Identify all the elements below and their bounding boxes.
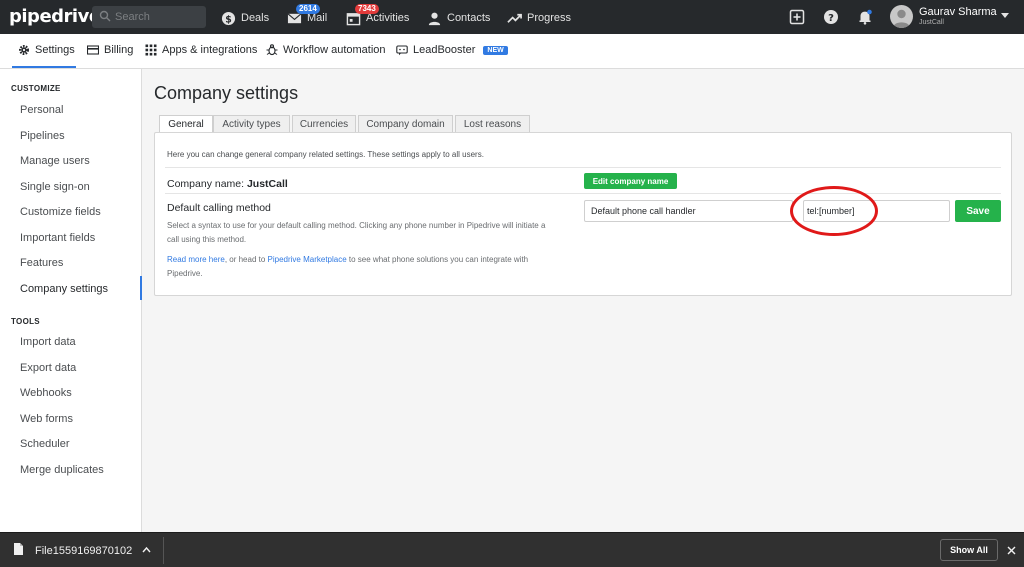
sidebar-item-import-data[interactable]: Import data: [20, 336, 76, 348]
general-settings-panel: Here you can change general company rela…: [154, 132, 1012, 296]
gear-icon: [19, 45, 29, 55]
pipedrive-marketplace-link[interactable]: Pipedrive Marketplace: [268, 255, 347, 264]
user-name[interactable]: Gaurav Sharma: [919, 6, 997, 18]
company-name-label: Company name:: [167, 178, 245, 190]
nav-deals-label: Deals: [241, 12, 270, 24]
subnav-leadbooster-label: LeadBooster: [413, 44, 476, 56]
search-placeholder: Search: [115, 11, 150, 23]
save-button[interactable]: Save: [955, 200, 1001, 222]
nav-contacts[interactable]: Contacts: [427, 10, 490, 26]
sidebar-item-export-data[interactable]: Export data: [20, 362, 76, 374]
new-badge: NEW: [483, 45, 508, 55]
tab-general[interactable]: General: [159, 115, 213, 133]
calling-syntax-input[interactable]: tel:[number]: [803, 200, 950, 222]
settings-subnav: Settings Billing Apps & integrations Wor…: [0, 34, 1024, 69]
nav-progress[interactable]: Progress: [507, 10, 571, 26]
sidebar-item-webhooks[interactable]: Webhooks: [20, 387, 72, 399]
chat-icon: [396, 45, 408, 56]
grid-icon: [145, 44, 157, 56]
user-avatar[interactable]: [890, 5, 913, 28]
sidebar-item-merge-duplicates[interactable]: Merge duplicates: [20, 464, 104, 476]
nav-deals[interactable]: $ Deals: [221, 10, 269, 26]
sidebar-item-single-sign-on[interactable]: Single sign-on: [20, 181, 90, 193]
svg-text:$: $: [225, 14, 232, 25]
sidebar-item-personal[interactable]: Personal: [20, 104, 63, 116]
more-text-1: , or head to: [224, 255, 268, 264]
card-icon: [87, 45, 99, 55]
download-file-name[interactable]: File1559169870102: [35, 545, 132, 557]
default-calling-method-label: Default calling method: [167, 202, 271, 214]
subnav-apps-integrations[interactable]: Apps & integrations: [145, 44, 257, 56]
tab-company-domain[interactable]: Company domain: [358, 115, 453, 133]
subnav-leadbooster[interactable]: LeadBooster NEW: [396, 44, 508, 56]
file-icon: [14, 543, 23, 555]
divider: [165, 167, 1001, 168]
person-icon: [428, 12, 441, 25]
show-all-button[interactable]: Show All: [940, 539, 998, 561]
global-search-input[interactable]: Search: [92, 6, 206, 28]
page-title: Company settings: [154, 83, 299, 103]
mail-unread-badge: 2614: [296, 3, 320, 14]
sidebar-item-pipelines[interactable]: Pipelines: [20, 130, 65, 142]
downloads-bar: File1559169870102 Show All: [0, 532, 1024, 567]
search-icon: [99, 10, 111, 22]
intro-text: Here you can change general company rela…: [167, 150, 484, 159]
tab-lost-reasons[interactable]: Lost reasons: [455, 115, 530, 133]
close-icon[interactable]: [1007, 546, 1016, 555]
settings-sidebar: CUSTOMIZE Personal Pipelines Manage user…: [0, 69, 142, 532]
phone-call-handler-select[interactable]: Default phone call handler: [584, 200, 793, 222]
automation-bug-icon: [266, 44, 278, 56]
sidebar-item-manage-users[interactable]: Manage users: [20, 155, 90, 167]
chevron-up-icon[interactable]: [142, 546, 151, 553]
tab-currencies[interactable]: Currencies: [292, 115, 356, 133]
subnav-workflow-label: Workflow automation: [283, 44, 386, 56]
nav-progress-label: Progress: [527, 12, 572, 24]
sidebar-item-important-fields[interactable]: Important fields: [20, 232, 95, 244]
company-name-value: JustCall: [246, 178, 288, 190]
nav-mail[interactable]: 2614 Mail: [287, 3, 328, 26]
sidebar-item-web-forms[interactable]: Web forms: [20, 413, 73, 425]
sidebar-item-features[interactable]: Features: [20, 257, 63, 269]
sidebar-item-company-settings[interactable]: Company settings: [20, 283, 108, 295]
quick-add-icon[interactable]: [789, 9, 805, 25]
avatar-person-icon: [893, 9, 910, 28]
user-company: JustCall: [919, 19, 944, 26]
subnav-billing[interactable]: Billing: [87, 44, 133, 56]
calling-more-info: Read more here, or head to Pipedrive Mar…: [167, 253, 547, 280]
nav-activities[interactable]: 7343 Activities: [346, 3, 410, 26]
subnav-apps-label: Apps & integrations: [162, 44, 258, 56]
nav-contacts-label: Contacts: [447, 12, 491, 24]
default-calling-method-description: Select a syntax to use for your default …: [167, 221, 546, 244]
dollar-icon: $: [221, 11, 236, 25]
sidebar-item-customize-fields[interactable]: Customize fields: [20, 206, 101, 218]
customize-heading: CUSTOMIZE: [11, 84, 61, 93]
tab-activity-types[interactable]: Activity types: [213, 115, 290, 133]
subnav-settings-label: Settings: [35, 44, 75, 56]
nav-mail-label: Mail: [307, 12, 328, 24]
tools-heading: TOOLS: [11, 317, 40, 326]
read-more-link[interactable]: Read more here: [167, 255, 225, 264]
nav-activities-label: Activities: [366, 12, 410, 24]
subnav-settings[interactable]: Settings: [18, 44, 75, 56]
top-navigation-bar: pipedrive Search $ Deals 2614 Mail 7343 …: [0, 0, 1024, 34]
help-icon[interactable]: ?: [823, 9, 839, 25]
pipedrive-logo[interactable]: pipedrive: [9, 6, 101, 27]
edit-company-name-button[interactable]: Edit company name: [584, 173, 677, 189]
trend-icon: [507, 13, 522, 23]
separator: [163, 537, 164, 564]
divider: [165, 193, 1001, 194]
svg-text:?: ?: [828, 13, 834, 24]
sidebar-active-indicator: [140, 276, 142, 300]
subnav-workflow-automation[interactable]: Workflow automation: [266, 44, 386, 56]
sidebar-item-scheduler[interactable]: Scheduler: [20, 438, 70, 450]
notifications-bell-icon[interactable]: [857, 9, 873, 25]
company-name-row: Company name: JustCall: [167, 178, 288, 190]
subnav-billing-label: Billing: [104, 44, 134, 56]
chevron-down-icon[interactable]: [1001, 13, 1009, 19]
activities-badge: 7343: [355, 3, 379, 14]
active-tab-indicator: [12, 66, 76, 68]
